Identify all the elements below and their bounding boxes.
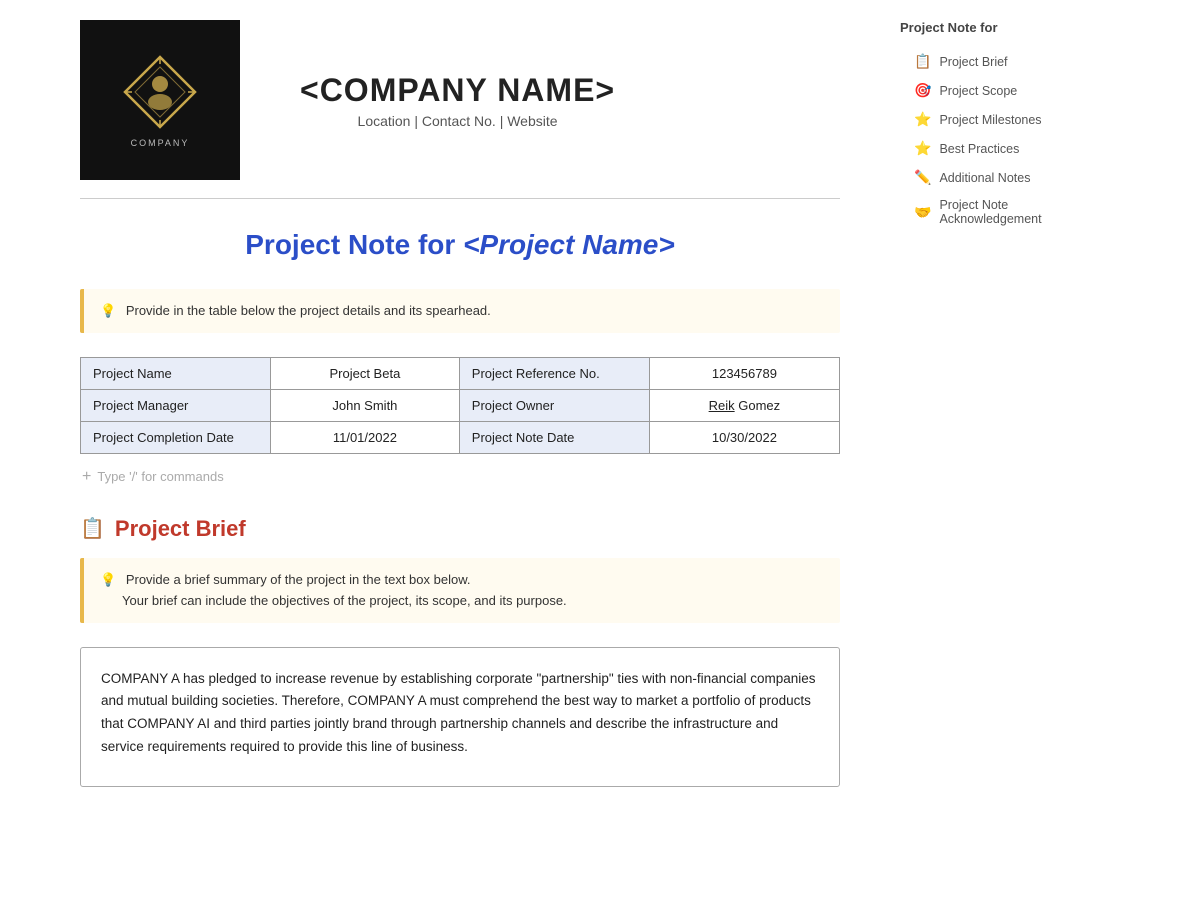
sidebar-icon-milestones: ⭐: [914, 111, 931, 128]
sidebar-icon-scope: 🎯: [914, 82, 931, 99]
sidebar-title: Project Note for: [900, 20, 1090, 35]
table-cell-value: 10/30/2022: [649, 421, 839, 453]
sidebar-icon-brief: 📋: [914, 53, 931, 70]
sidebar-icon-notes: ✏️: [914, 169, 931, 186]
table-row: Project Completion Date 11/01/2022 Proje…: [81, 421, 840, 453]
sidebar-label-brief: Project Brief: [939, 55, 1007, 69]
sidebar-item-best-practices[interactable]: ⭐ Best Practices: [900, 136, 1090, 161]
brief-section-title: Project Brief: [115, 516, 246, 542]
sidebar-icon-ack: 🤝: [914, 204, 931, 221]
table-row: Project Manager John Smith Project Owner…: [81, 389, 840, 421]
section-header-brief: 📋 Project Brief: [80, 516, 840, 542]
table-row: Project Name Project Beta Project Refere…: [81, 357, 840, 389]
info-box-1: 💡 Provide in the table below the project…: [80, 289, 840, 333]
sidebar-item-project-scope[interactable]: 🎯 Project Scope: [900, 78, 1090, 103]
sidebar-label-ack: Project Note Acknowledgement: [939, 198, 1084, 226]
sidebar-item-additional-notes[interactable]: ✏️ Additional Notes: [900, 165, 1090, 190]
company-label: COMPANY: [131, 138, 190, 148]
sidebar-item-project-brief[interactable]: 📋 Project Brief: [900, 49, 1090, 74]
sidebar-label-milestones: Project Milestones: [939, 113, 1041, 127]
sidebar-item-project-milestones[interactable]: ⭐ Project Milestones: [900, 107, 1090, 132]
page-title-area: Project Note for <Project Name>: [80, 229, 840, 261]
sidebar-label-best-practices: Best Practices: [939, 142, 1019, 156]
table-cell-label: Project Note Date: [459, 421, 649, 453]
command-line[interactable]: + Type '/' for commands: [80, 468, 840, 486]
main-content: COMPANY <COMPANY NAME> Location | Contac…: [0, 0, 880, 923]
table-cell-label: Project Completion Date: [81, 421, 271, 453]
table-cell-label: Project Name: [81, 357, 271, 389]
project-brief-section: 📋 Project Brief 💡 Provide a brief summar…: [80, 516, 840, 787]
page-title-heading: Project Note for <Project Name>: [245, 229, 674, 260]
table-cell-value: John Smith: [271, 389, 460, 421]
table-cell-value: Reik Gomez: [649, 389, 839, 421]
table-cell-label: Project Owner: [459, 389, 649, 421]
project-table: Project Name Project Beta Project Refere…: [80, 357, 840, 454]
table-cell-value: 123456789: [649, 357, 839, 389]
info-box-brief-line2: Your brief can include the objectives of…: [100, 591, 824, 611]
underline-name: Reik: [709, 398, 735, 413]
brief-section-icon: 📋: [80, 516, 105, 541]
table-cell-value: Project Beta: [271, 357, 460, 389]
company-sub: Location | Contact No. | Website: [300, 113, 615, 129]
sidebar-icon-best-practices: ⭐: [914, 140, 931, 157]
page-title-static: Project Note for: [245, 229, 463, 260]
bulb-icon-1: 💡: [100, 303, 116, 318]
table-cell-label: Project Manager: [81, 389, 271, 421]
logo-diamond: [120, 52, 200, 132]
table-cell-value: 11/01/2022: [271, 421, 460, 453]
brief-content: COMPANY A has pledged to increase revenu…: [101, 671, 816, 755]
header-title-area: <COMPANY NAME> Location | Contact No. | …: [300, 72, 615, 129]
sidebar-item-acknowledgement[interactable]: 🤝 Project Note Acknowledgement: [900, 194, 1090, 230]
info-box-1-text: 💡 Provide in the table below the project…: [100, 301, 824, 321]
command-placeholder: Type '/' for commands: [97, 469, 223, 484]
sidebar-label-scope: Project Scope: [939, 84, 1017, 98]
bulb-icon-2: 💡: [100, 572, 116, 587]
page-title-italic: <Project Name>: [463, 229, 675, 260]
plus-icon: +: [82, 468, 91, 486]
brief-textbox[interactable]: COMPANY A has pledged to increase revenu…: [80, 647, 840, 787]
sidebar-label-notes: Additional Notes: [939, 171, 1030, 185]
info-box-brief-text: 💡 Provide a brief summary of the project…: [100, 570, 824, 590]
sidebar: Project Note for 📋 Project Brief 🎯 Proje…: [880, 0, 1100, 923]
company-logo: COMPANY: [80, 20, 240, 180]
header-section: COMPANY <COMPANY NAME> Location | Contac…: [80, 20, 840, 199]
info-box-brief: 💡 Provide a brief summary of the project…: [80, 558, 840, 623]
table-cell-label: Project Reference No.: [459, 357, 649, 389]
company-name: <COMPANY NAME>: [300, 72, 615, 109]
